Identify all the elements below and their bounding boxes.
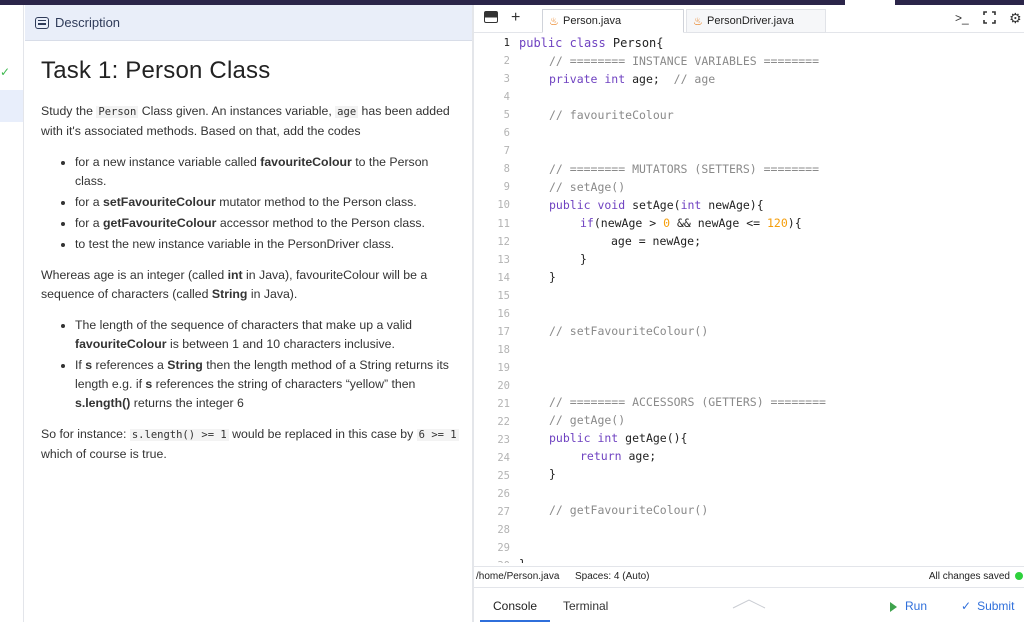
- tab-console[interactable]: Console: [493, 599, 537, 613]
- list-item: The length of the sequence of characters…: [75, 316, 461, 354]
- code-line: age = newAge;: [611, 234, 702, 248]
- code-line: }: [549, 270, 556, 284]
- new-tab-icon[interactable]: +: [511, 9, 520, 27]
- task-bullet-list: for a new instance variable called favou…: [75, 153, 461, 254]
- code-editor[interactable]: 1 2 3 4 5 6 7 8 9 10 11 12 13 14 15 16 17 18 19 20 21 22 23 24 2…: [474, 33, 1024, 563]
- code-line: // setAge(): [549, 180, 626, 194]
- code-line: public int getAge(){: [549, 431, 688, 445]
- line-number: 20: [497, 379, 510, 392]
- line-number: 10: [497, 199, 510, 212]
- terminal-icon[interactable]: >_: [955, 11, 969, 25]
- line-number: 29: [497, 542, 510, 555]
- code-line: public void setAge(int newAge){: [549, 198, 764, 212]
- line-number: 17: [497, 325, 510, 338]
- line-number: 27: [497, 506, 510, 519]
- line-number: 23: [497, 434, 510, 447]
- submit-button[interactable]: ✓ Submit: [961, 599, 1014, 613]
- console-bar: Console Terminal Run ✓ Submit: [474, 587, 1024, 622]
- line-number: 5: [503, 109, 510, 122]
- line-number: 9: [503, 181, 510, 194]
- line-number: 13: [497, 253, 510, 266]
- completed-check-icon: ✓: [0, 65, 11, 79]
- selected-step-indicator[interactable]: [0, 90, 23, 122]
- line-number: 6: [503, 127, 510, 140]
- rules-bullet-list: The length of the sequence of characters…: [75, 316, 461, 413]
- line-number: 14: [497, 271, 510, 284]
- line-number: 11: [497, 217, 510, 230]
- line-number: 30: [474, 557, 510, 563]
- file-path: /home/Person.java: [476, 571, 560, 582]
- tab-person-java[interactable]: ♨ Person.java: [542, 9, 684, 33]
- line-number: 18: [497, 343, 510, 356]
- code-line: public class Person{: [519, 36, 664, 50]
- save-status: All changes saved: [928, 571, 1010, 582]
- description-panel: Task 1: Person Class Study the Person Cl…: [41, 41, 461, 476]
- list-item: for a new instance variable called favou…: [75, 153, 461, 191]
- list-item: for a setFavouriteColour mutator method …: [75, 193, 461, 212]
- line-number: 1: [503, 37, 510, 49]
- code-line: return age;: [580, 449, 657, 463]
- code-line: // favouriteColour: [549, 108, 674, 122]
- example-paragraph: So for instance: s.length() >= 1 would b…: [41, 427, 459, 461]
- line-number: 24: [497, 452, 510, 465]
- code-line: }: [519, 555, 526, 563]
- intro-paragraph: Study the Person Class given. An instanc…: [41, 104, 450, 138]
- line-number: 22: [497, 416, 510, 429]
- run-button[interactable]: Run: [890, 599, 927, 613]
- list-item: for a getFavouriteColour accessor method…: [75, 214, 461, 233]
- code-line: // ======== MUTATORS (SETTERS) ========: [549, 162, 820, 176]
- list-item: to test the new instance variable in the…: [75, 235, 461, 254]
- line-number: 21: [497, 398, 510, 410]
- line-number: 7: [503, 145, 510, 158]
- code-line: // ======== INSTANCE VARIABLES ========: [549, 54, 820, 68]
- task-title: Task 1: Person Class: [41, 57, 271, 84]
- list-item: If s references a String then the length…: [75, 356, 461, 413]
- indentation-setting[interactable]: Spaces: 4 (Auto): [575, 571, 649, 582]
- gear-icon[interactable]: ⚙: [1009, 10, 1022, 27]
- code-line: // ======== ACCESSORS (GETTERS) ========: [549, 395, 826, 409]
- code-line: private int age; // age: [549, 72, 716, 86]
- line-number: 26: [497, 488, 510, 501]
- save-status-dot: [1015, 572, 1023, 580]
- left-navigation-strip: ✓: [0, 5, 24, 622]
- fullscreen-icon[interactable]: [983, 11, 996, 27]
- tab-terminal[interactable]: Terminal: [563, 599, 608, 613]
- line-number: 25: [497, 470, 510, 483]
- code-line: }: [549, 467, 556, 481]
- line-number: 16: [497, 307, 510, 320]
- code-line: // getFavouriteColour(): [549, 503, 709, 517]
- tab-persondriver-java[interactable]: ♨ PersonDriver.java: [686, 9, 826, 33]
- line-number: 15: [497, 289, 510, 302]
- types-paragraph: Whereas age is an integer (called int in…: [41, 268, 428, 301]
- line-number: 28: [497, 524, 510, 537]
- code-line: // setFavouriteColour(): [549, 324, 709, 338]
- editor-tabs-bar: + ♨ Person.java ♨ PersonDriver.java >_ ⚙: [474, 5, 1024, 33]
- java-file-icon: ♨: [549, 16, 559, 28]
- code-line: // getAge(): [549, 413, 626, 427]
- line-number: 8: [503, 163, 510, 176]
- code-line: }: [580, 252, 587, 266]
- play-icon: [890, 601, 897, 612]
- code-line: if(newAge > 0 && newAge <= 120){: [580, 216, 802, 230]
- editor-status-bar: /home/Person.java Spaces: 4 (Auto) All c…: [474, 566, 1024, 586]
- line-number: 12: [497, 235, 510, 248]
- description-header-label: Description: [55, 15, 121, 30]
- expand-panel-icon[interactable]: [732, 598, 766, 609]
- line-number: 2: [503, 55, 510, 68]
- line-number: 19: [497, 361, 510, 374]
- description-icon: [35, 16, 49, 29]
- check-icon: ✓: [961, 599, 972, 613]
- line-number: 3: [503, 73, 510, 86]
- files-panel-icon[interactable]: [484, 11, 498, 26]
- description-header: Description: [25, 5, 472, 41]
- java-file-icon: ♨: [693, 16, 703, 28]
- line-number: 4: [503, 91, 510, 104]
